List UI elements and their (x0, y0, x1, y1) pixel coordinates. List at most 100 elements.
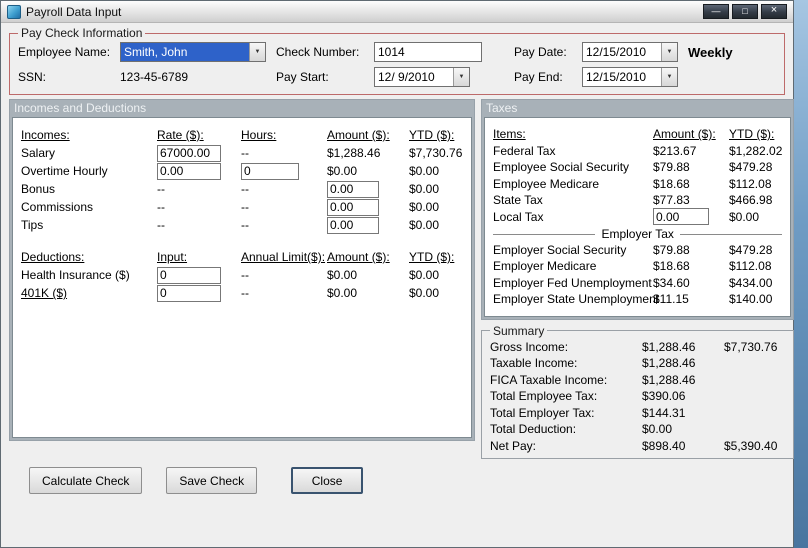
salary-rate-input[interactable] (157, 144, 221, 162)
employee-medicare-ytd: $112.08 (729, 176, 772, 191)
tips-amount-input[interactable] (327, 216, 379, 234)
pay-start-picker[interactable]: 12/ 9/2010 ▼ (374, 67, 470, 87)
input-col-header: Input: (157, 250, 188, 264)
chevron-down-icon: ▼ (453, 68, 469, 86)
pay-end-value: 12/15/2010 (586, 70, 647, 84)
fica-taxable-income-amount: $1,288.46 (642, 372, 696, 387)
sections-area: Incomes and Deductions Incomes: Rate ($)… (9, 99, 795, 459)
net-pay-label: Net Pay: (490, 438, 537, 453)
tips-label: Tips (21, 218, 44, 232)
federal-tax-ytd: $1,282.02 (729, 143, 783, 158)
employer-ss-ytd: $479.28 (729, 242, 773, 257)
deductions-table: Deductions: Input: Annual Limit($): Amou… (21, 248, 463, 302)
overtime-rate-input[interactable] (157, 162, 221, 180)
minimize-button[interactable]: — (703, 4, 729, 19)
taxes-header: Taxes (486, 101, 518, 115)
employer-state-unemployment-ytd: $140.00 (729, 292, 773, 307)
pay-date-picker[interactable]: 12/15/2010 ▼ (582, 42, 678, 62)
health-insurance-input[interactable] (157, 266, 221, 284)
employer-fed-unemployment-amount: $34.60 (653, 275, 690, 290)
pay-start-value: 12/ 9/2010 (378, 70, 435, 84)
taxable-income-label: Taxable Income: (490, 356, 578, 371)
taxable-income-amount: $1,288.46 (642, 356, 696, 371)
gross-income-amount: $1,288.46 (642, 339, 696, 354)
close-button[interactable]: Close (291, 467, 364, 494)
pay-date-label: Pay Date: (514, 45, 567, 59)
401k-input-cell (157, 284, 241, 302)
overtime-label: Overtime Hourly (21, 164, 108, 178)
total-deduction-amount: $0.00 (642, 422, 673, 437)
pay-end-label: Pay End: (514, 70, 563, 84)
salary-amount: $1,288.46 (327, 146, 381, 160)
rate-col-header: Rate ($): (157, 128, 204, 142)
pay-end-picker[interactable]: 12/15/2010 ▼ (582, 67, 678, 87)
tips-rate: -- (157, 218, 165, 232)
tax-amount-col-header: Amount ($): (653, 127, 716, 142)
paycheck-info-legend: Pay Check Information (21, 26, 143, 40)
incomes-deductions-panel: Incomes: Rate ($): Hours: Amount ($): YT… (12, 117, 472, 438)
commissions-ytd: $0.00 (409, 200, 440, 214)
401k-input[interactable] (157, 284, 221, 302)
bonus-amount-input[interactable] (327, 180, 379, 198)
gross-income-label: Gross Income: (490, 339, 569, 354)
bonus-ytd: $0.00 (409, 182, 440, 196)
employer-ss-amount: $79.88 (653, 242, 690, 257)
calculate-check-button[interactable]: Calculate Check (29, 467, 143, 494)
salary-ytd: $7,730.76 (409, 146, 463, 160)
annual-limit-col-header: Annual Limit($): (241, 250, 326, 264)
fica-taxable-income-label: FICA Taxable Income: (490, 372, 608, 387)
employer-state-unemployment-label: Employer State Unemployment (493, 292, 660, 307)
net-pay-amount: $898.40 (642, 438, 686, 453)
overtime-hours-input[interactable] (241, 162, 299, 180)
save-check-button[interactable]: Save Check (166, 467, 258, 494)
close-window-button[interactable]: × (761, 4, 787, 19)
taxes-panel: Items: Amount ($): YTD ($): Federal Tax … (484, 117, 792, 317)
employee-ss-label: Employee Social Security (493, 160, 630, 175)
401k-link[interactable]: 401K ($) (21, 286, 157, 300)
ssn-value: 123-45-6789 (120, 70, 189, 84)
chevron-down-icon: ▼ (249, 43, 265, 61)
chevron-down-icon: ▼ (661, 68, 677, 86)
total-deduction-label: Total Deduction: (490, 422, 577, 437)
ded-amount-col-header: Amount ($): (327, 250, 390, 264)
paycheck-grid: Employee Name: Smith, John ▼ Check Numbe… (18, 42, 776, 87)
employee-ss-ytd: $479.28 (729, 160, 773, 175)
employer-tax-divider: Employer Tax (493, 227, 782, 241)
employee-medicare-label: Employee Medicare (493, 176, 600, 191)
button-row: Calculate Check Save Check Close (29, 467, 785, 494)
paycheck-info-group: Pay Check Information Employee Name: Smi… (9, 26, 785, 95)
window-title: Payroll Data Input (26, 4, 122, 19)
incomes-col-header: Incomes: (21, 128, 70, 142)
bonus-hours: -- (241, 182, 249, 196)
hours-col-header: Hours: (241, 128, 277, 142)
maximize-button[interactable]: □ (732, 4, 758, 19)
summary-legend: Summary (493, 323, 545, 338)
employee-name-selected: Smith, John (121, 43, 249, 61)
federal-tax-amount: $213.67 (653, 143, 697, 158)
total-employee-tax-label: Total Employee Tax: (490, 389, 598, 404)
check-number-input[interactable] (374, 42, 482, 62)
salary-rate-cell (157, 144, 241, 162)
chevron-down-icon: ▼ (661, 43, 677, 61)
employee-name-combobox[interactable]: Smith, John ▼ (120, 42, 266, 62)
health-insurance-input-cell (157, 266, 241, 284)
title-bar[interactable]: Payroll Data Input — □ × (1, 1, 793, 23)
state-tax-amount: $77.83 (653, 193, 690, 208)
bonus-rate: -- (157, 182, 165, 196)
employer-tax-divider-label: Employer Tax (601, 227, 674, 242)
ded-ytd-col-header: YTD ($): (409, 250, 455, 264)
state-tax-label: State Tax (493, 193, 543, 208)
health-insurance-limit: -- (241, 268, 249, 282)
pay-start-label: Pay Start: (276, 70, 329, 84)
commissions-amount-input[interactable] (327, 198, 379, 216)
employee-medicare-amount: $18.68 (653, 176, 690, 191)
deductions-col-header: Deductions: (21, 250, 85, 264)
pay-frequency-label: Weekly (688, 44, 733, 60)
health-insurance-label: Health Insurance ($) (21, 268, 130, 282)
local-tax-label: Local Tax (493, 209, 544, 224)
local-tax-input[interactable] (653, 208, 709, 226)
commissions-hours: -- (241, 200, 249, 214)
overtime-hours-cell (241, 162, 327, 180)
overtime-rate-cell (157, 162, 241, 180)
employer-state-unemployment-amount: $11.15 (653, 292, 689, 307)
